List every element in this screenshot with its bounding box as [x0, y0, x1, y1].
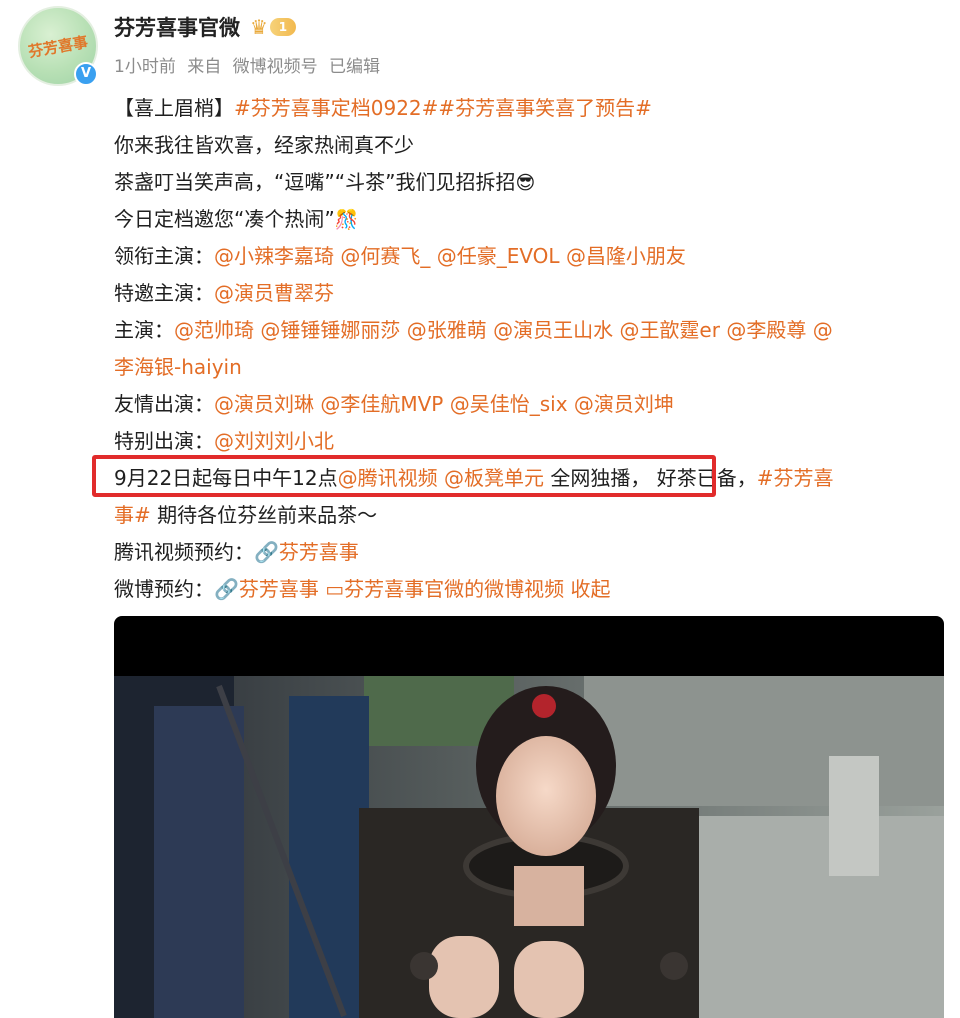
mention-link[interactable]: @张雅萌	[407, 318, 487, 342]
hashtag-link[interactable]: #芬芳喜事笑喜了预告#	[438, 96, 652, 120]
account-header: 芬芳喜事官微 ♛ 1	[114, 12, 296, 42]
avatar[interactable]: 芬芳喜事 V	[18, 6, 98, 86]
celebration-emoji-icon: 🎊	[334, 209, 359, 231]
mention-link[interactable]: @锤锤锤娜丽莎	[260, 318, 400, 342]
hashtag-link[interactable]: 事#	[114, 503, 151, 527]
cast-label: 领衔主演：	[114, 244, 214, 268]
weibo-reserve-line: 微博预约：🔗芬芳喜事 ▭芬芳喜事官微的微博视频 收起	[114, 571, 944, 608]
post-text-line: 茶盏叮当笑声高，“逗嘴”“斗茶”我们见招拆招😎	[114, 164, 944, 201]
video-player[interactable]	[114, 616, 944, 1018]
mention-link[interactable]: @何赛飞_	[340, 244, 430, 268]
hashtag-link[interactable]: #芬芳喜事定档0922#	[234, 96, 438, 120]
collapse-link[interactable]: 收起	[571, 577, 611, 601]
schedule-line-cont: 事# 期待各位芬丝前来品茶～	[114, 497, 944, 534]
member-level: 1	[269, 18, 296, 36]
weibo-reserve-link[interactable]: 芬芳喜事	[239, 577, 319, 601]
edited-status[interactable]: 已编辑	[329, 57, 380, 77]
cast-label: 特别出演：	[114, 429, 214, 453]
post-time: 1小时前	[114, 57, 176, 77]
mention-link[interactable]: 李海银-haiyin	[114, 355, 242, 379]
post-text: 今日定档邀您“凑个热闹”	[114, 207, 335, 231]
mention-link[interactable]: @王歆霆er	[619, 318, 720, 342]
cast-label: 友情出演：	[114, 392, 214, 416]
mention-link[interactable]: @	[813, 318, 833, 342]
post-prefix: 【喜上眉梢】	[114, 96, 234, 120]
account-name[interactable]: 芬芳喜事官微	[114, 12, 240, 42]
mention-link[interactable]: @演员曹翠芬	[214, 281, 334, 305]
post-text-line: 今日定档邀您“凑个热闹”🎊	[114, 201, 944, 238]
weibo-video-link[interactable]: 芬芳喜事官微的微博视频	[344, 577, 564, 601]
video-frame	[114, 676, 944, 1018]
sunglasses-emoji-icon: 😎	[515, 172, 536, 194]
mention-link[interactable]: @李佳航MVP	[320, 392, 443, 416]
member-badge[interactable]: ♛ 1	[250, 16, 296, 38]
post-meta: 1小时前 来自 微博视频号 已编辑	[114, 52, 386, 77]
video-link-icon: ▭	[325, 577, 345, 601]
crown-icon: ♛	[250, 15, 268, 39]
cast-label: 主演：	[114, 318, 174, 342]
mention-link[interactable]: @昌隆小朋友	[566, 244, 686, 268]
special-guest-line: 特邀主演：@演员曹翠芬	[114, 275, 944, 312]
mention-link[interactable]: @任豪_EVOL	[437, 244, 560, 268]
lead-actors-line: 领衔主演：@小辣李嘉琦 @何赛飞_ @任豪_EVOL @昌隆小朋友	[114, 238, 944, 275]
cast-label: 特邀主演：	[114, 281, 214, 305]
post-line-title: 【喜上眉梢】#芬芳喜事定档0922##芬芳喜事笑喜了预告#	[114, 90, 944, 127]
mention-link[interactable]: @演员王山水	[493, 318, 613, 342]
mention-link[interactable]: @演员刘琳	[214, 392, 314, 416]
mention-link[interactable]: @吴佳怡_six	[450, 392, 568, 416]
post-source-label: 来自	[187, 57, 222, 77]
tencent-reserve-link[interactable]: 芬芳喜事	[279, 540, 359, 564]
avatar-logo-text: 芬芳喜事	[26, 32, 90, 61]
highlight-annotation-box	[92, 455, 716, 497]
mention-link[interactable]: @演员刘坤	[574, 392, 674, 416]
post-source[interactable]: 微博视频号	[233, 57, 318, 77]
link-icon: 🔗	[254, 540, 279, 564]
mention-link[interactable]: @小辣李嘉琦	[214, 244, 334, 268]
mention-link[interactable]: @刘刘刘小北	[214, 429, 334, 453]
reserve-label: 微博预约：	[114, 577, 214, 601]
reserve-label: 腾讯视频预约：	[114, 540, 254, 564]
mention-link[interactable]: @李殿尊	[726, 318, 806, 342]
hashtag-link[interactable]: #芬芳喜	[757, 466, 834, 490]
post-body: 【喜上眉梢】#芬芳喜事定档0922##芬芳喜事笑喜了预告# 你来我往皆欢喜，经家…	[114, 90, 944, 608]
friendship-cast-line: 友情出演：@演员刘琳 @李佳航MVP @吴佳怡_six @演员刘坤	[114, 386, 944, 423]
main-cast-line: 主演：@范帅琦 @锤锤锤娜丽莎 @张雅萌 @演员王山水 @王歆霆er @李殿尊 …	[114, 312, 944, 349]
tencent-reserve-line: 腾讯视频预约：🔗芬芳喜事	[114, 534, 944, 571]
mention-link[interactable]: @范帅琦	[174, 318, 254, 342]
post-text: 茶盏叮当笑声高，“逗嘴”“斗茶”我们见招拆招	[114, 170, 516, 194]
verified-badge-icon: V	[74, 62, 98, 86]
post-text-line: 你来我往皆欢喜，经家热闹真不少	[114, 133, 414, 157]
link-icon: 🔗	[214, 577, 239, 601]
main-cast-line-cont: 李海银-haiyin	[114, 349, 944, 386]
closing-text: 期待各位芬丝前来品茶～	[150, 503, 378, 527]
